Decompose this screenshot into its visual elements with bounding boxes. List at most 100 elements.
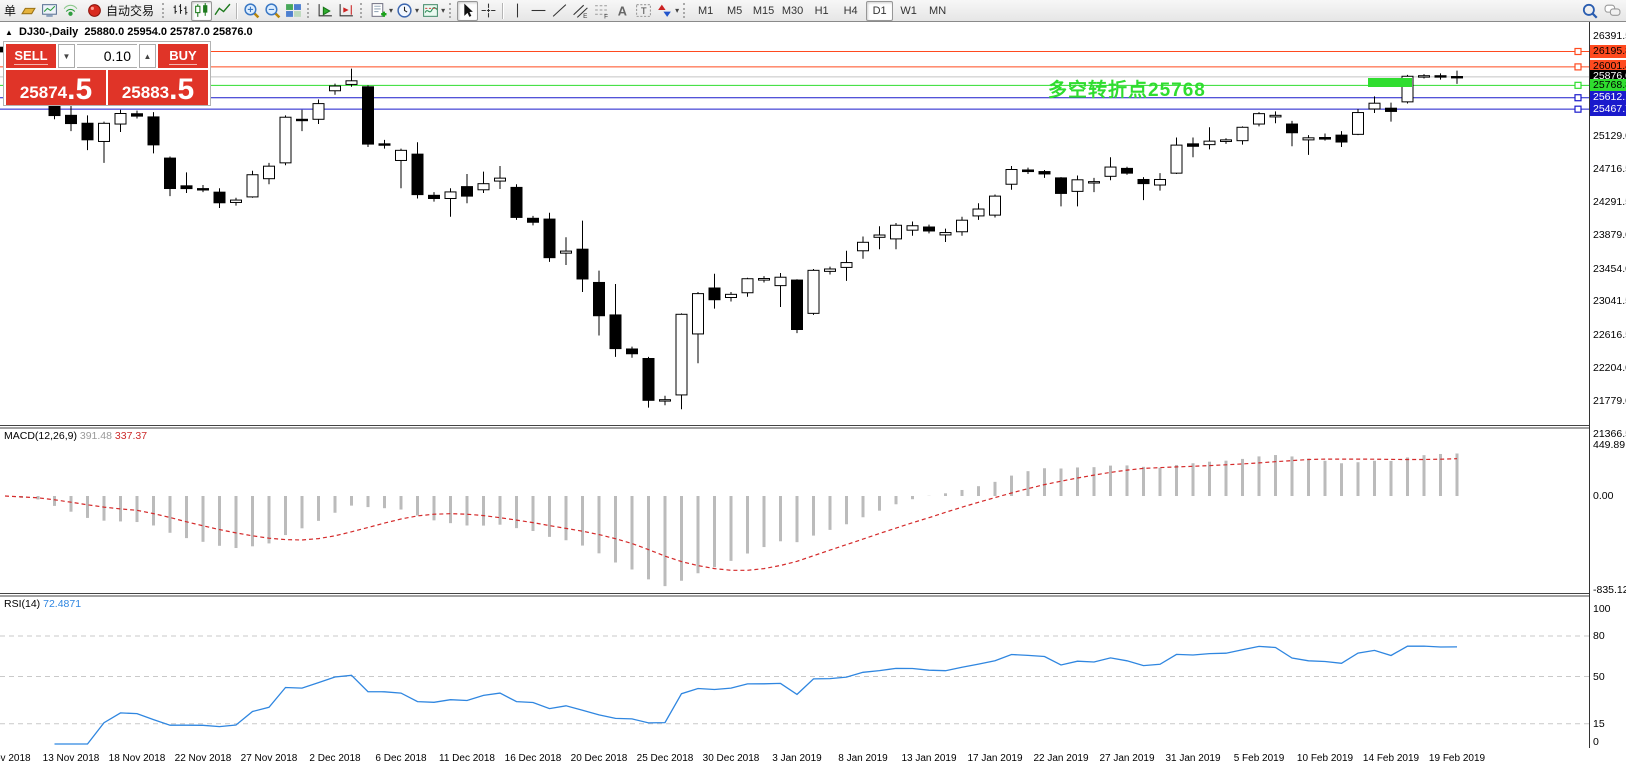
zoom-out-icon[interactable] bbox=[262, 1, 283, 21]
timeframe-h4[interactable]: H4 bbox=[837, 1, 864, 21]
date-axis-label: 31 Jan 2019 bbox=[1165, 753, 1220, 764]
new-chart-icon[interactable] bbox=[368, 1, 389, 21]
timeframe-mn[interactable]: MN bbox=[924, 1, 951, 21]
macd-axis-label: -835.12 bbox=[1593, 584, 1626, 596]
volume-increase-button[interactable]: ▲ bbox=[139, 44, 156, 68]
horizontal-line-icon[interactable] bbox=[528, 1, 549, 21]
terminal-icon[interactable] bbox=[39, 1, 60, 21]
price-axis-label: 22616.5 bbox=[1593, 329, 1626, 341]
date-axis-label: 27 Nov 2018 bbox=[241, 753, 298, 764]
autotrade-label: 自动交易 bbox=[106, 2, 154, 19]
price-axis-label: 21779.0 bbox=[1593, 395, 1626, 407]
vertical-line-icon[interactable] bbox=[507, 1, 528, 21]
chat-icon[interactable] bbox=[1601, 1, 1624, 21]
date-axis-label: 25 Dec 2018 bbox=[637, 753, 694, 764]
price-axis-label: 24291.5 bbox=[1593, 196, 1626, 208]
collapse-triangle-icon[interactable]: ▲ bbox=[5, 28, 13, 37]
mt4-window: 单 自动交易 ▾ ▾ ▾ E F A T bbox=[0, 0, 1626, 771]
zoom-in-icon[interactable] bbox=[241, 1, 262, 21]
rsi-axis-label: 50 bbox=[1593, 671, 1605, 683]
price-axis-label: 21366.5 bbox=[1593, 428, 1626, 440]
sell-button[interactable]: SELL bbox=[6, 44, 56, 68]
trendline-icon[interactable] bbox=[549, 1, 570, 21]
timeframe-m1[interactable]: M1 bbox=[692, 1, 719, 21]
chart-canvas[interactable] bbox=[0, 22, 1626, 771]
price-axis[interactable]: 26391.525129.024716.524291.523879.023454… bbox=[1590, 22, 1626, 771]
buy-price[interactable]: 25883.5 bbox=[108, 70, 208, 105]
rsi-axis-label: 15 bbox=[1593, 718, 1605, 730]
price-axis-label: 23041.5 bbox=[1593, 295, 1626, 307]
bar-chart-icon[interactable] bbox=[170, 1, 191, 21]
chart-shift-icon[interactable] bbox=[336, 1, 357, 21]
equidistant-channel-icon[interactable]: E bbox=[570, 1, 591, 21]
macd-indicator-label: MACD(12,26,9) 391.48 337.37 bbox=[4, 430, 147, 442]
autotrade-icon bbox=[86, 2, 103, 19]
toolbar-drag-handle[interactable] bbox=[162, 3, 167, 18]
sell-price[interactable]: 25874.5 bbox=[6, 70, 106, 105]
date-axis-label: 10 Feb 2019 bbox=[1297, 753, 1353, 764]
date-axis-label: 27 Jan 2019 bbox=[1099, 753, 1154, 764]
arrows-dropdown-caret[interactable]: ▾ bbox=[675, 6, 679, 15]
periods-clock-icon[interactable] bbox=[394, 1, 415, 21]
level-lines bbox=[0, 49, 1589, 113]
toolbar: 单 自动交易 ▾ ▾ ▾ E F A T bbox=[0, 0, 1626, 22]
date-axis-label: 16 Dec 2018 bbox=[505, 753, 562, 764]
date-axis-label: 20 Dec 2018 bbox=[571, 753, 628, 764]
crosshair-icon[interactable] bbox=[478, 1, 499, 21]
templates-icon[interactable] bbox=[420, 1, 441, 21]
candlestick-chart-icon[interactable] bbox=[191, 1, 212, 21]
toolbar-drag-handle[interactable] bbox=[307, 3, 312, 18]
rsi-indicator-label: RSI(14) 72.4871 bbox=[4, 598, 81, 610]
chart-text-annotation[interactable]: 多空转折点25768 bbox=[1048, 75, 1206, 102]
date-axis-label: 8 Nov 2018 bbox=[0, 753, 31, 764]
arrows-tool-icon[interactable] bbox=[654, 1, 675, 21]
price-level-badge: 26195.8 bbox=[1590, 45, 1626, 58]
new-order-button[interactable]: 单 bbox=[2, 2, 18, 19]
timeframe-m30[interactable]: M30 bbox=[779, 1, 806, 21]
price-axis-label: 23454.0 bbox=[1593, 263, 1626, 275]
toolbar-drag-handle[interactable] bbox=[360, 3, 365, 18]
autotrade-button[interactable]: 自动交易 bbox=[81, 1, 159, 21]
price-level-badge: 25467.7 bbox=[1590, 103, 1626, 116]
macd-layer bbox=[5, 453, 1457, 586]
text-tool-icon[interactable]: A bbox=[612, 1, 633, 21]
date-axis-label: 14 Feb 2019 bbox=[1363, 753, 1419, 764]
timeframe-d1[interactable]: D1 bbox=[866, 1, 893, 21]
signal-icon[interactable] bbox=[60, 1, 81, 21]
buy-button[interactable]: BUY bbox=[158, 44, 208, 68]
tile-windows-icon[interactable] bbox=[283, 1, 304, 21]
search-icon[interactable] bbox=[1579, 1, 1601, 21]
timeframe-m15[interactable]: M15 bbox=[750, 1, 777, 21]
rsi-layer bbox=[0, 636, 1589, 744]
timeframe-h1[interactable]: H1 bbox=[808, 1, 835, 21]
volume-input[interactable] bbox=[77, 44, 137, 68]
highlight-rectangle bbox=[1368, 78, 1412, 87]
chart-window[interactable]: ▲ DJ30-,Daily 25880.0 25954.0 25787.0 25… bbox=[0, 22, 1626, 771]
one-click-trading-panel: SELL ▼ ▲ BUY 25874.5 25883.5 bbox=[3, 41, 211, 106]
auto-scroll-icon[interactable] bbox=[315, 1, 336, 21]
gold-icon[interactable] bbox=[18, 1, 39, 21]
date-axis-label: 3 Jan 2019 bbox=[772, 753, 822, 764]
date-axis-label: 8 Jan 2019 bbox=[838, 753, 888, 764]
price-axis-label: 26391.5 bbox=[1593, 30, 1626, 42]
symbol-period: DJ30-,Daily bbox=[19, 26, 78, 38]
timeframe-m5[interactable]: M5 bbox=[721, 1, 748, 21]
templates-dropdown-caret[interactable]: ▾ bbox=[441, 6, 445, 15]
date-axis-label: 19 Feb 2019 bbox=[1429, 753, 1485, 764]
periods-dropdown-caret[interactable]: ▾ bbox=[415, 6, 419, 15]
date-axis-label: 22 Jan 2019 bbox=[1033, 753, 1088, 764]
line-chart-icon[interactable] bbox=[212, 1, 233, 21]
toolbar-drag-handle[interactable] bbox=[449, 3, 454, 18]
date-axis-label: 11 Dec 2018 bbox=[439, 753, 495, 764]
fibonacci-icon[interactable]: F bbox=[591, 1, 612, 21]
toolbar-drag-handle[interactable] bbox=[683, 3, 688, 18]
price-level-badge: 25768.8 bbox=[1590, 79, 1626, 92]
macd-axis-label: 0.00 bbox=[1593, 490, 1613, 502]
time-axis[interactable]: 8 Nov 201813 Nov 201818 Nov 201822 Nov 2… bbox=[0, 748, 1590, 771]
timeframe-w1[interactable]: W1 bbox=[895, 1, 922, 21]
new-chart-dropdown-caret[interactable]: ▾ bbox=[389, 6, 393, 15]
text-label-icon[interactable]: T bbox=[633, 1, 654, 21]
volume-decrease-button[interactable]: ▼ bbox=[58, 44, 75, 68]
price-axis-label: 22204.0 bbox=[1593, 362, 1626, 374]
cursor-icon[interactable] bbox=[457, 1, 478, 21]
